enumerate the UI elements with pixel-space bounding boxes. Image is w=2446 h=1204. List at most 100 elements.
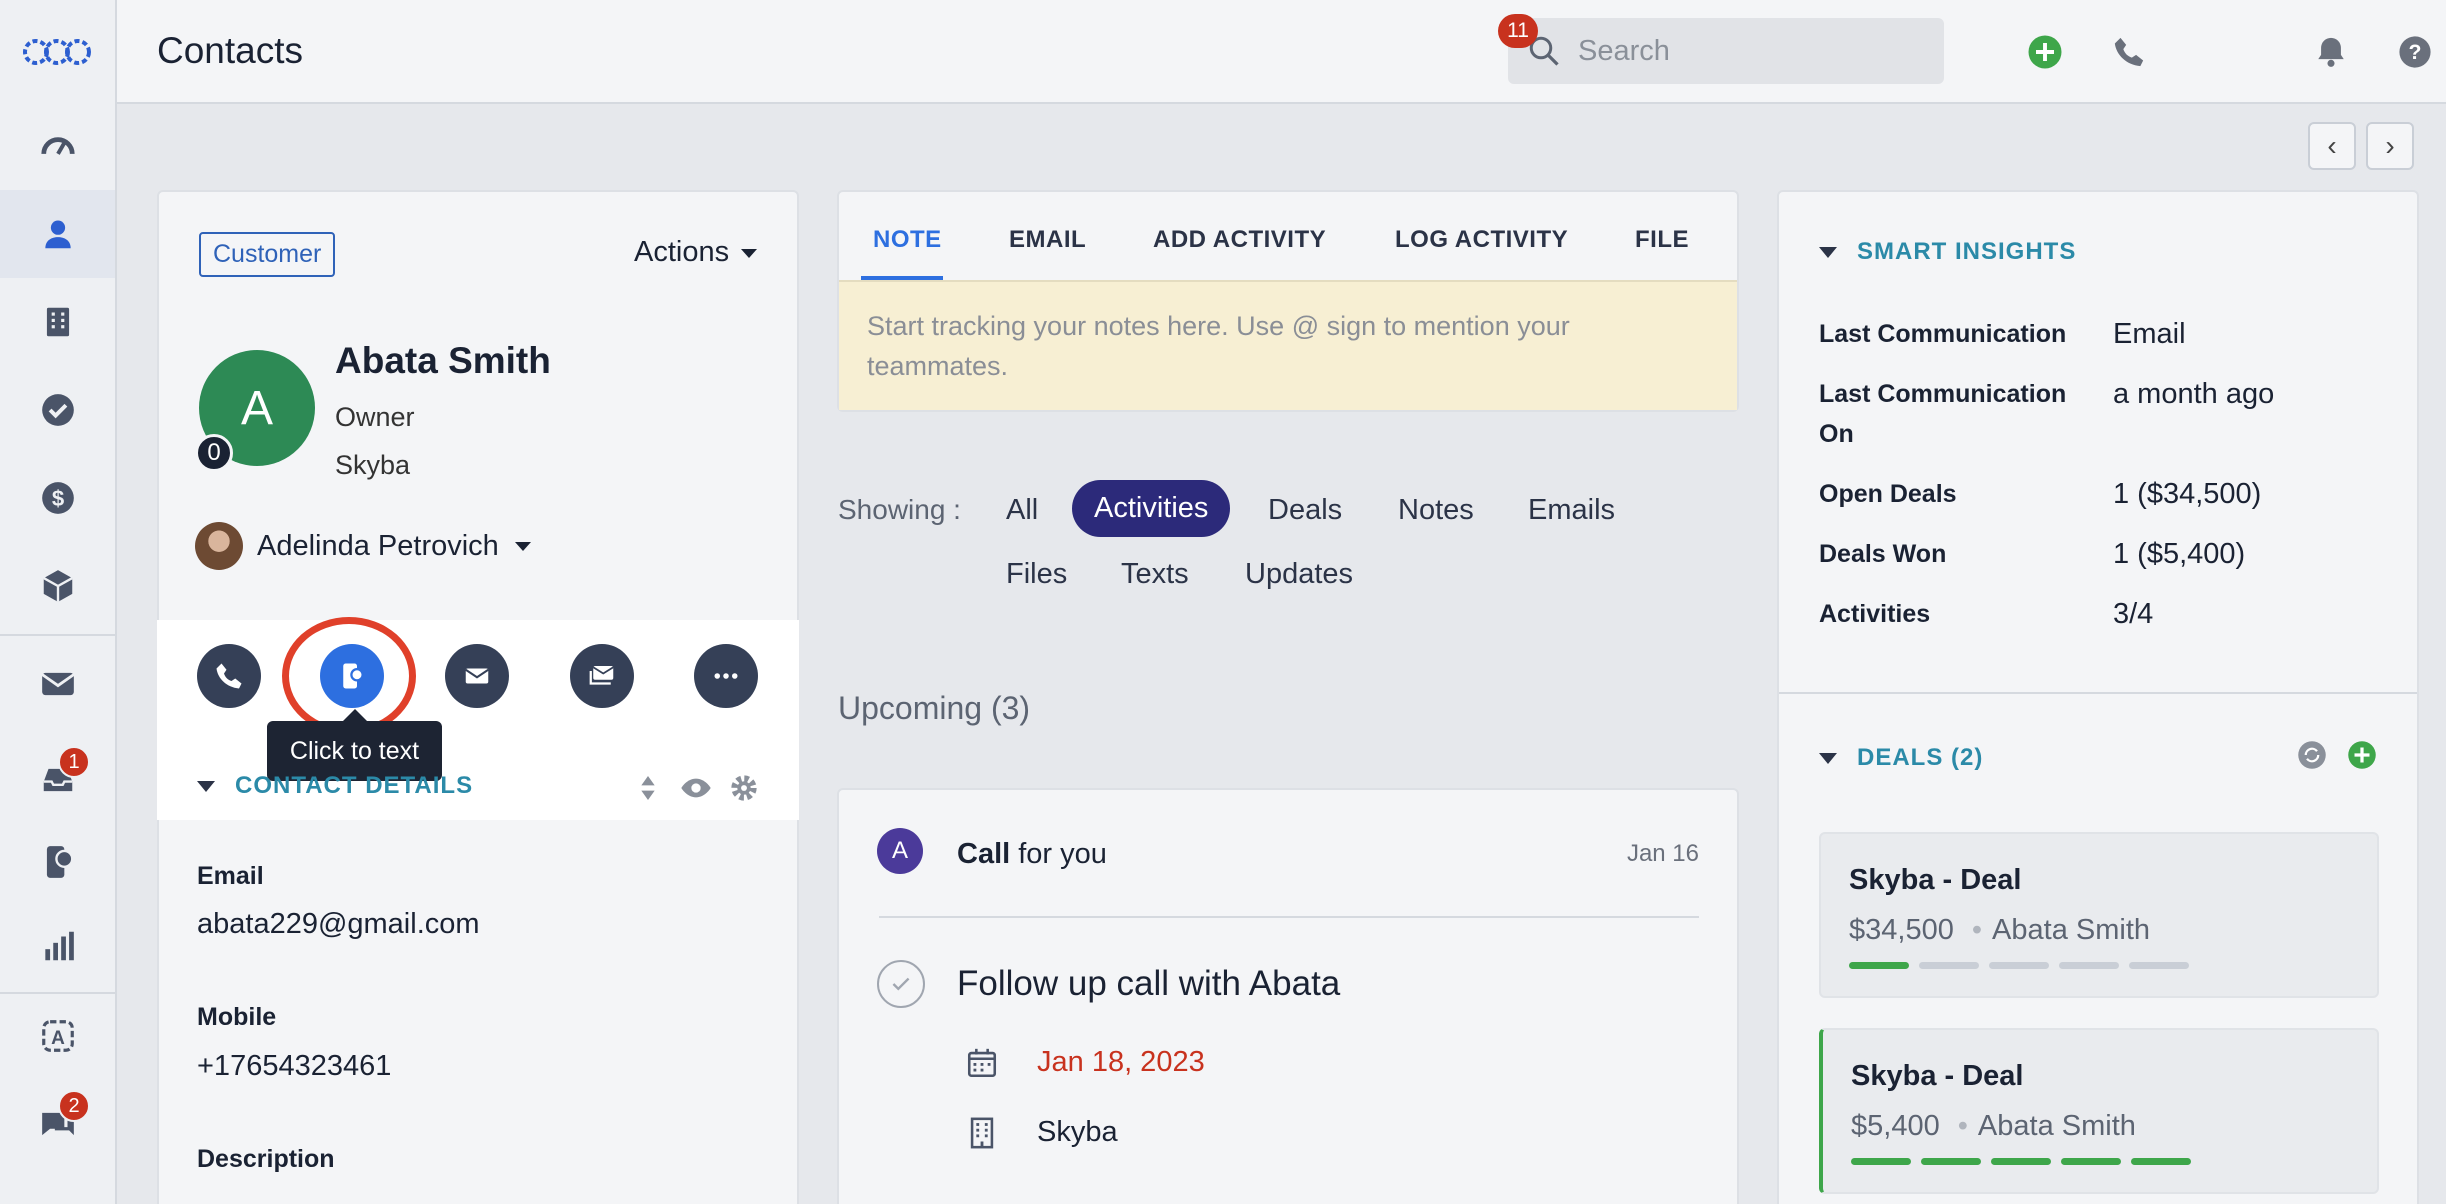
filter-deals[interactable]: Deals <box>1268 494 1342 527</box>
sidebar-item-contacts[interactable] <box>0 190 115 278</box>
person-icon <box>44 220 71 249</box>
more-actions-button[interactable] <box>694 644 758 708</box>
insight-value: 1 ($34,500) <box>2113 478 2262 510</box>
mobile-value[interactable]: +17654323461 <box>197 1050 391 1083</box>
envelope-icon <box>465 668 489 684</box>
stage-segment <box>1991 1158 2051 1165</box>
bar-chart-icon <box>44 931 74 961</box>
filter-emails[interactable]: Emails <box>1528 494 1615 527</box>
deal-amount-row: $34,500 • Abata Smith <box>1849 914 2150 947</box>
svg-text:$: $ <box>51 486 64 511</box>
sidebar-item-sms[interactable] <box>0 818 115 906</box>
sidebar-item-products[interactable] <box>0 542 115 630</box>
notification-badge: 11 <box>1498 14 1538 48</box>
search-input[interactable] <box>1578 34 1938 68</box>
deals-header[interactable]: DEALS (2) <box>1819 744 1983 772</box>
sidebar-item-inbox[interactable]: 1 <box>0 736 115 824</box>
filter-updates[interactable]: Updates <box>1245 558 1353 591</box>
task-title[interactable]: Follow up call with Abata <box>957 964 1340 1004</box>
phone-button[interactable] <box>2109 32 2149 72</box>
tab-file[interactable]: FILE <box>1635 226 1689 254</box>
filter-notes[interactable]: Notes <box>1398 494 1474 527</box>
deal-contact: Abata Smith <box>1992 914 2151 946</box>
prev-record-button[interactable]: ‹ <box>2308 122 2356 170</box>
showing-label: Showing : <box>838 494 961 525</box>
search-box[interactable] <box>1508 18 1944 84</box>
eye-icon[interactable] <box>680 772 712 804</box>
email-value[interactable]: abata229@gmail.com <box>197 908 480 941</box>
stage-segment <box>1919 962 1979 969</box>
sidebar-item-chat[interactable]: 2 <box>0 1080 115 1168</box>
speedometer-icon <box>40 137 75 155</box>
description-label: Description <box>197 1145 335 1173</box>
insight-value: a month ago <box>2113 378 2275 410</box>
chat-badge: 2 <box>58 1090 90 1122</box>
deal-amount-row: $5,400 • Abata Smith <box>1851 1110 2136 1143</box>
insight-label: Deals Won <box>1819 540 1947 568</box>
sidebar-item-email[interactable] <box>0 640 115 728</box>
complete-task-checkbox[interactable] <box>877 960 925 1008</box>
tab-email[interactable]: EMAIL <box>1009 226 1086 254</box>
stage-segment <box>2059 962 2119 969</box>
smart-insights-header[interactable]: SMART INSIGHTS <box>1819 238 2076 266</box>
filter-all[interactable]: All <box>1006 494 1038 527</box>
filter-files[interactable]: Files <box>1006 558 1067 591</box>
activity-type: Call <box>957 838 1011 870</box>
refresh-icon[interactable] <box>2297 740 2327 770</box>
building-icon <box>46 307 69 337</box>
filter-activities[interactable]: Activities <box>1072 480 1231 537</box>
page-title: Contacts <box>157 30 304 71</box>
deal-card[interactable]: Skyba - Deal $5,400 • Abata Smith <box>1819 1028 2379 1194</box>
sidebar-item-ai[interactable]: A <box>0 992 115 1080</box>
owner-selector[interactable]: Adelinda Petrovich <box>195 522 531 570</box>
stage-segment <box>1849 962 1909 969</box>
notifications-button[interactable] <box>2311 32 2351 72</box>
email-button[interactable] <box>445 644 509 708</box>
email-label: Email <box>197 862 264 890</box>
sidebar-item-accounts[interactable] <box>0 278 115 366</box>
chevron-right-icon: › <box>2385 130 2395 161</box>
building-icon <box>970 1117 994 1149</box>
upcoming-heading: Upcoming (3) <box>838 690 1031 726</box>
tab-log-activity[interactable]: LOG ACTIVITY <box>1395 226 1568 254</box>
section-title: DEALS (2) <box>1857 744 1984 771</box>
activity-card: A Call for you Jan 16 Follow up call wit… <box>837 788 1739 1204</box>
app-logo[interactable] <box>22 32 92 72</box>
sidebar-item-reports[interactable] <box>0 902 115 990</box>
quick-add-button[interactable] <box>2025 32 2065 72</box>
contact-details-header[interactable]: CONTACT DETAILS <box>197 772 473 800</box>
insight-value: 3/4 <box>2113 598 2154 630</box>
deal-card[interactable]: Skyba - Deal $34,500 • Abata Smith <box>1819 832 2379 998</box>
contact-company[interactable]: Skyba <box>335 450 410 481</box>
help-button[interactable]: ? <box>2395 32 2435 72</box>
left-sidebar: $ 1 A 2 <box>0 0 117 1204</box>
checkmark-icon <box>892 977 910 991</box>
next-record-button[interactable]: › <box>2366 122 2414 170</box>
sidebar-item-deals[interactable]: $ <box>0 454 115 542</box>
deal-contact: Abata Smith <box>1977 1110 2136 1142</box>
stacked-envelopes-icon <box>589 666 614 685</box>
note-input[interactable]: Start tracking your notes here. Use @ si… <box>839 280 1737 410</box>
tab-add-activity[interactable]: ADD ACTIVITY <box>1153 226 1326 254</box>
tab-note[interactable]: NOTE <box>873 226 942 254</box>
actions-dropdown[interactable]: Actions <box>634 236 758 269</box>
bulk-email-button[interactable] <box>570 644 634 708</box>
avatar-score-badge: 0 <box>195 434 233 472</box>
sort-icon[interactable] <box>632 772 664 804</box>
filter-texts[interactable]: Texts <box>1121 558 1189 591</box>
sidebar-item-tasks[interactable] <box>0 366 115 454</box>
deal-name: Skyba - Deal <box>1849 864 2022 896</box>
gear-icon[interactable] <box>728 772 760 804</box>
insight-label: Open Deals <box>1819 480 1957 508</box>
call-button[interactable] <box>197 644 261 708</box>
task-company[interactable]: Skyba <box>1037 1116 1118 1149</box>
add-deal-icon[interactable] <box>2347 740 2377 770</box>
sidebar-item-dashboard[interactable] <box>0 102 115 190</box>
activity-date: Jan 16 <box>1626 840 1699 867</box>
chevron-left-icon: ‹ <box>2327 130 2337 161</box>
top-header: Contacts ? <box>117 0 2446 104</box>
calendar-icon <box>967 1048 997 1078</box>
section-title: CONTACT DETAILS <box>235 772 474 799</box>
lifecycle-tag[interactable]: Customer <box>199 232 336 277</box>
section-title: SMART INSIGHTS <box>1857 238 2077 265</box>
